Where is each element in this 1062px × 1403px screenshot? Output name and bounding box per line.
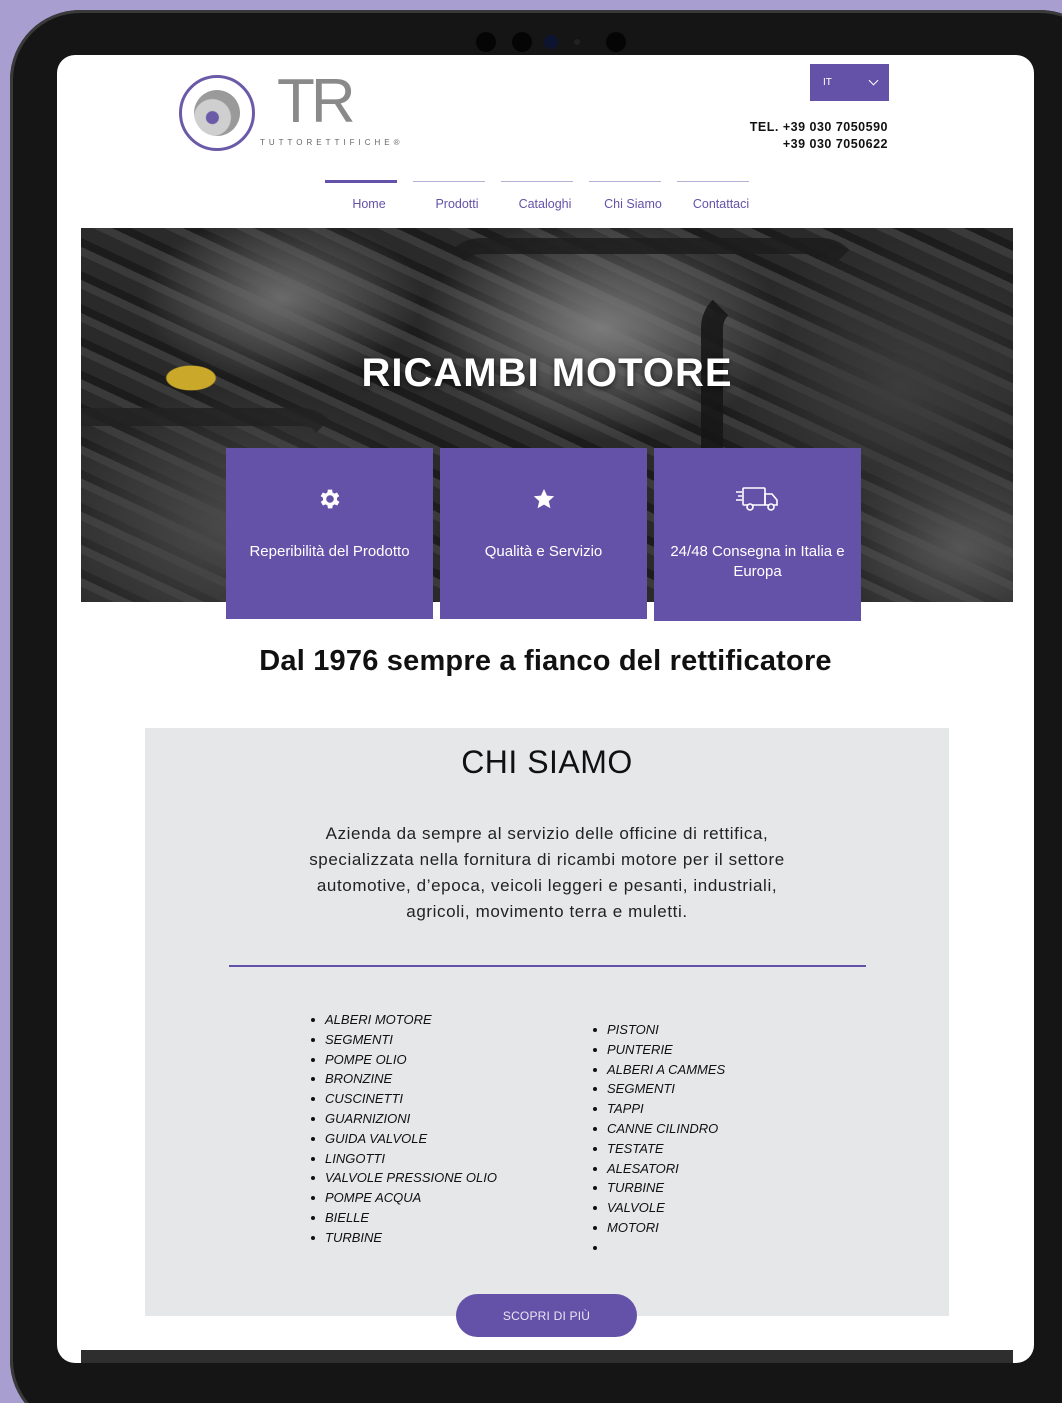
list-item: TESTATE (593, 1139, 725, 1159)
footer-bar (81, 1350, 1013, 1363)
feature-label: Reperibilità del Prodotto (249, 543, 410, 560)
list-item: VALVOLE PRESSIONE OLIO (311, 1168, 497, 1188)
list-item: ALBERI MOTORE (311, 1010, 497, 1030)
truck-icon (654, 484, 861, 514)
gear-icon (226, 484, 433, 514)
camera-lens (544, 35, 558, 49)
feature-card-quality[interactable]: Qualità e Servizio (440, 448, 647, 619)
website-screen: TR TUTTORETTIFICHE® IT TEL. +39 030 7050… (57, 55, 1034, 1363)
logo-wordmark[interactable]: TR (277, 71, 356, 133)
logo-gear-icon[interactable] (179, 75, 255, 151)
tagline-heading: Dal 1976 sempre a fianco del rettificato… (259, 645, 832, 677)
nav-item-home[interactable]: Home (325, 180, 413, 211)
phone-line-1: TEL. +39 030 7050590 (749, 120, 888, 134)
list-item: ​ (593, 1238, 725, 1258)
list-item: BRONZINE (311, 1069, 497, 1089)
list-item: MOTORI (593, 1218, 725, 1238)
list-item: BIELLE (311, 1208, 497, 1228)
nav-item-cataloghi[interactable]: Cataloghi (501, 181, 589, 211)
camera-bar (470, 28, 640, 56)
sensor-dot (476, 32, 496, 52)
list-item: POMPE OLIO (311, 1050, 497, 1070)
feature-cards: Reperibilità del Prodotto Qualità e Serv… (226, 448, 861, 621)
phone-line-2: +39 030 7050622 (782, 137, 888, 151)
products-list-right: PISTONI PUNTERIE ALBERI A CAMMES SEGMENT… (593, 1020, 725, 1258)
feature-card-availability[interactable]: Reperibilità del Prodotto (226, 448, 433, 619)
list-item: PISTONI (593, 1020, 725, 1040)
section-divider (229, 965, 866, 967)
sensor-dot (512, 32, 532, 52)
list-item: SEGMENTI (311, 1030, 497, 1050)
hero-title: RICAMBI MOTORE (361, 351, 733, 395)
list-item: GUIDA VALVOLE (311, 1129, 497, 1149)
list-item: CUSCINETTI (311, 1089, 497, 1109)
sensor-dot (574, 39, 580, 45)
phone-numbers: TEL. +39 030 7050590 +39 030 7050622 (750, 119, 888, 153)
language-select[interactable]: IT (810, 64, 889, 101)
star-icon (440, 484, 647, 514)
list-item: POMPE ACQUA (311, 1188, 497, 1208)
nav-item-chi-siamo[interactable]: Chi Siamo (589, 181, 677, 211)
list-item: VALVOLE (593, 1198, 725, 1218)
list-item: TURBINE (311, 1228, 497, 1248)
list-item: TURBINE (593, 1178, 725, 1198)
feature-label: Qualità e Servizio (484, 543, 603, 560)
about-section: CHI SIAMO Azienda da sempre al servizio … (145, 728, 949, 1316)
list-item: CANNE CILINDRO (593, 1119, 725, 1139)
nav-item-contattaci[interactable]: Contattaci (677, 181, 765, 211)
list-item: LINGOTTI (311, 1149, 497, 1169)
logo-subtitle: TUTTORETTIFICHE® (260, 138, 404, 147)
about-title: CHI SIAMO (461, 744, 633, 780)
list-item: SEGMENTI (593, 1079, 725, 1099)
products-list-left: ALBERI MOTORE SEGMENTI POMPE OLIO BRONZI… (311, 1010, 497, 1248)
main-nav: Home Prodotti Cataloghi Chi Siamo Contat… (325, 180, 765, 211)
language-value: IT (823, 77, 832, 88)
list-item: ALESATORI (593, 1159, 725, 1179)
nav-item-prodotti[interactable]: Prodotti (413, 181, 501, 211)
feature-card-delivery[interactable]: 24/48 Consegna in Italia e Europa (654, 448, 861, 621)
sensor-dot (606, 32, 626, 52)
about-description: Azienda da sempre al servizio delle offi… (309, 824, 785, 921)
list-item: GUARNIZIONI (311, 1109, 497, 1129)
list-item: ALBERI A CAMMES (593, 1060, 725, 1080)
list-item: PUNTERIE (593, 1040, 725, 1060)
gear-emblem (194, 90, 240, 136)
list-item: TAPPI (593, 1099, 725, 1119)
discover-more-button[interactable]: SCOPRI DI PIÙ (456, 1294, 637, 1337)
feature-label: 24/48 Consegna in Italia e Europa (670, 543, 845, 580)
chevron-down-icon (868, 75, 879, 86)
